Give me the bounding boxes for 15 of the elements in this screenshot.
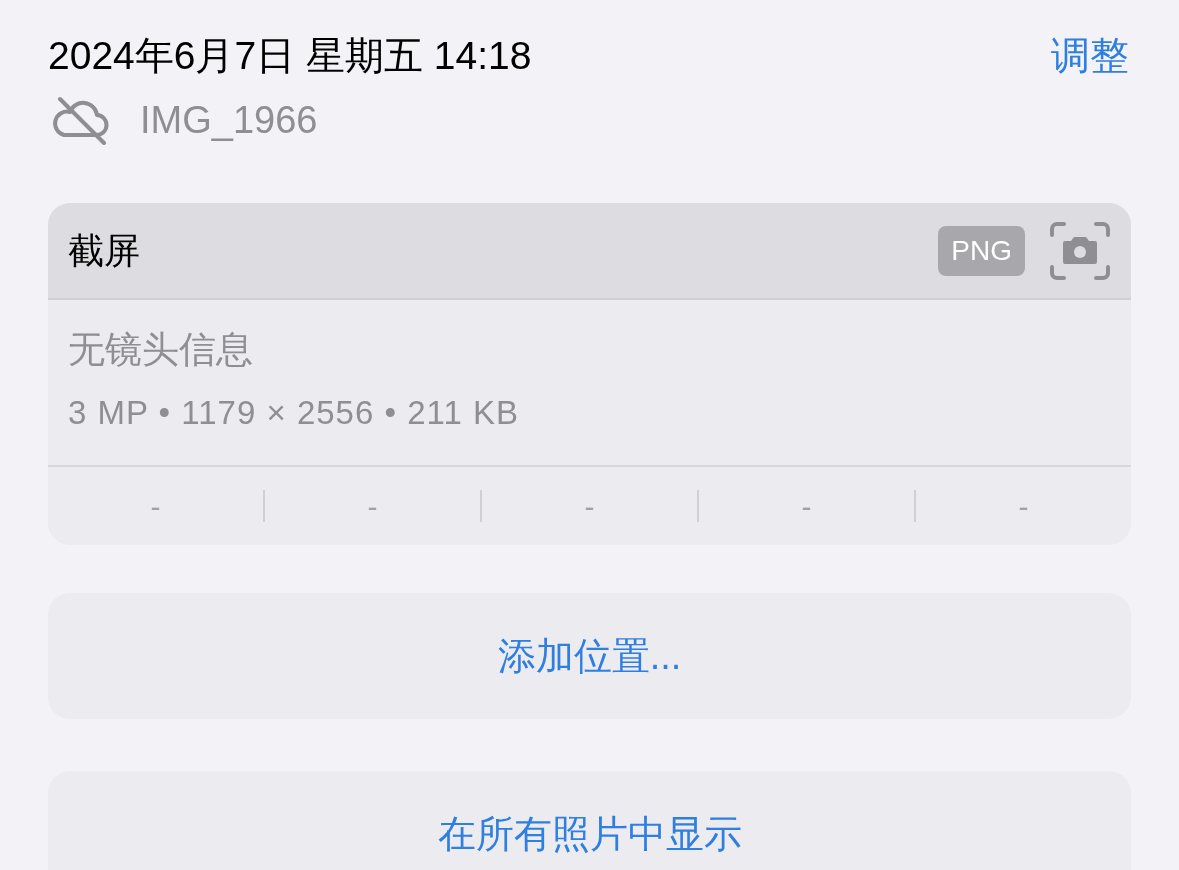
action-button[interactable]: 在所有照片中显示 bbox=[48, 771, 1131, 870]
image-details: 3 MP • 1179 × 2556 • 211 KB bbox=[68, 392, 520, 433]
file-name: IMG_1966 bbox=[140, 97, 318, 143]
exposure-value: - bbox=[584, 488, 595, 525]
exposure-value: - bbox=[367, 488, 378, 525]
camera-icon bbox=[1049, 220, 1111, 281]
adjust-link[interactable]: 调整 bbox=[1051, 26, 1131, 86]
exposure-value: - bbox=[1018, 488, 1029, 525]
exposure-value: - bbox=[150, 488, 161, 525]
format-badge: PNG bbox=[938, 225, 1025, 276]
exposure-value: - bbox=[801, 488, 812, 525]
card-title: 截屏 bbox=[68, 228, 140, 273]
action-button[interactable]: 添加位置... bbox=[48, 593, 1131, 719]
date-time: 2024年6月7日 星期五 14:18 bbox=[48, 32, 532, 79]
lens-info: 无镜头信息 bbox=[68, 328, 254, 372]
